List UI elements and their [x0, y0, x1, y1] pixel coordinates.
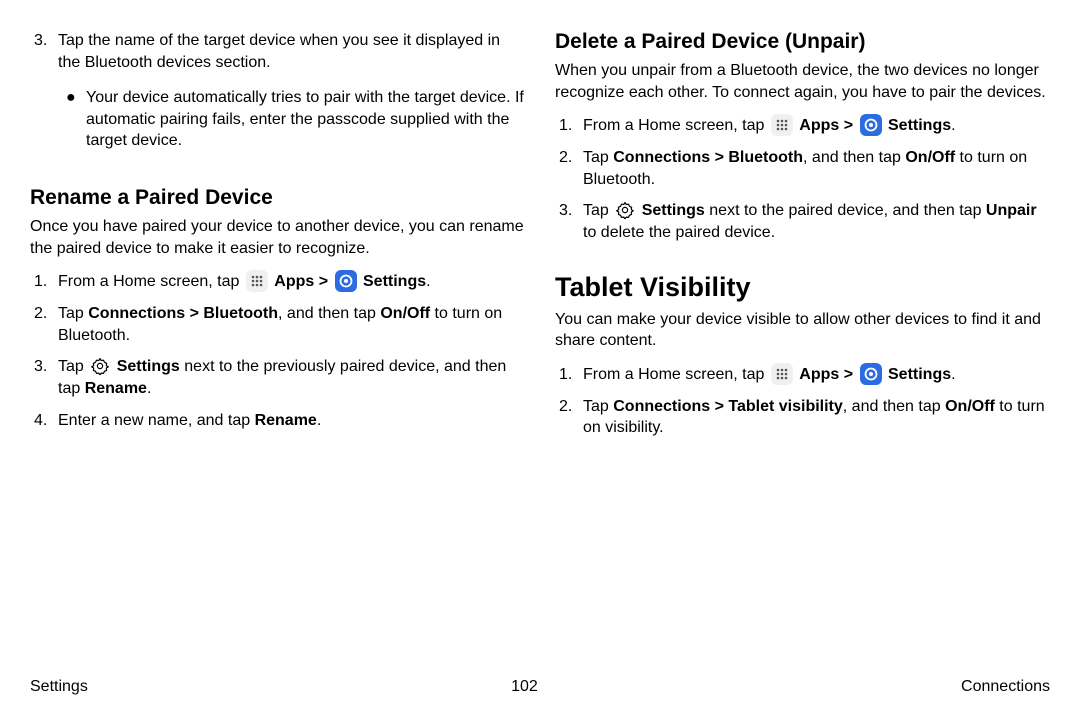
list-number: 1. — [30, 271, 58, 293]
list-body: From a Home screen, tap Apps > Settings. — [583, 364, 1050, 386]
gear-icon — [615, 200, 635, 220]
apps-icon — [771, 114, 793, 136]
list-number: 3. — [555, 200, 583, 243]
rename-intro: Once you have paired your device to anot… — [30, 216, 525, 259]
apps-icon — [246, 270, 268, 292]
delete-step-3: 3. Tap Settings next to the paired devic… — [555, 200, 1050, 243]
bold: Connections > Tablet visibility — [613, 398, 843, 415]
list-body: Enter a new name, and tap Rename. — [58, 410, 525, 432]
visibility-step-2: 2. Tap Connections > Tablet visibility, … — [555, 396, 1050, 439]
text: . — [426, 273, 430, 290]
delete-step-2: 2. Tap Connections > Bluetooth, and then… — [555, 147, 1050, 190]
bold: Connections > Bluetooth — [88, 305, 278, 322]
list-number: 1. — [555, 115, 583, 137]
rename-step-1: 1. From a Home screen, tap Apps > Settin… — [30, 271, 525, 293]
delete-step-1: 1. From a Home screen, tap Apps > Settin… — [555, 115, 1050, 137]
delete-intro: When you unpair from a Bluetooth device,… — [555, 60, 1050, 103]
list-number: 1. — [555, 364, 583, 386]
apps-label: Apps — [274, 273, 314, 290]
settings-label: Settings — [888, 117, 951, 134]
text: From a Home screen, tap — [583, 366, 769, 383]
text: Tap — [583, 149, 613, 166]
list-body: Tap Settings next to the previously pair… — [58, 356, 525, 399]
bold: On/Off — [945, 398, 995, 415]
text: to delete the paired device. — [583, 224, 775, 241]
text: Tap — [58, 305, 88, 322]
bold: On/Off — [380, 305, 430, 322]
bold: Settings — [117, 358, 180, 375]
bold: Rename — [255, 412, 317, 429]
body-text: Tap the name of the target device when y… — [58, 32, 500, 71]
separator: > — [319, 273, 333, 290]
text: From a Home screen, tap — [58, 273, 244, 290]
list-body: Tap Connections > Bluetooth, and then ta… — [58, 303, 525, 346]
left-column: 3. Tap the name of the target device whe… — [30, 30, 525, 449]
footer-left: Settings — [30, 678, 88, 696]
gear-icon — [90, 356, 110, 376]
text: next to the paired device, and then tap — [705, 202, 986, 219]
rename-step-4: 4. Enter a new name, and tap Rename. — [30, 410, 525, 432]
footer-right: Connections — [961, 678, 1050, 696]
right-column: Delete a Paired Device (Unpair) When you… — [555, 30, 1050, 449]
text: Tap — [583, 202, 613, 219]
list-number: 3. — [30, 356, 58, 399]
text: . — [951, 117, 955, 134]
rename-step-3: 3. Tap Settings next to the previously p… — [30, 356, 525, 399]
text: , and then tap — [278, 305, 380, 322]
list-body: From a Home screen, tap Apps > Settings. — [58, 271, 525, 293]
settings-icon — [860, 363, 882, 385]
rename-step-2: 2. Tap Connections > Bluetooth, and then… — [30, 303, 525, 346]
separator: > — [844, 117, 858, 134]
separator: > — [844, 366, 858, 383]
visibility-intro: You can make your device visible to allo… — [555, 309, 1050, 352]
list-number: 3. — [30, 30, 58, 162]
footer-page-number: 102 — [511, 678, 538, 696]
apps-icon — [771, 363, 793, 385]
page-columns: 3. Tap the name of the target device whe… — [30, 30, 1050, 449]
text: Tap — [58, 358, 88, 375]
text: Tap — [583, 398, 613, 415]
settings-icon — [335, 270, 357, 292]
list-body: From a Home screen, tap Apps > Settings. — [583, 115, 1050, 137]
page-footer: Settings 102 Connections — [30, 678, 1050, 696]
bold: Rename — [85, 380, 147, 397]
list-number: 4. — [30, 410, 58, 432]
delete-heading: Delete a Paired Device (Unpair) — [555, 30, 1050, 54]
bold: Settings — [642, 202, 705, 219]
text: . — [951, 366, 955, 383]
list-body: Tap the name of the target device when y… — [58, 30, 525, 162]
list-body: Tap Connections > Tablet visibility, and… — [583, 396, 1050, 439]
list-body: Tap Settings next to the paired device, … — [583, 200, 1050, 243]
bold: Connections > Bluetooth — [613, 149, 803, 166]
settings-label: Settings — [888, 366, 951, 383]
text: , and then tap — [843, 398, 945, 415]
settings-label: Settings — [363, 273, 426, 290]
bullet-text: Your device automatically tries to pair … — [86, 87, 525, 152]
bullet-item: ● Your device automatically tries to pai… — [58, 87, 525, 152]
list-number: 2. — [30, 303, 58, 346]
text: Enter a new name, and tap — [58, 412, 255, 429]
apps-label: Apps — [799, 366, 839, 383]
visibility-heading: Tablet Visibility — [555, 272, 1050, 303]
bullet-mark: ● — [58, 87, 86, 152]
list-body: Tap Connections > Bluetooth, and then ta… — [583, 147, 1050, 190]
pairing-step-3: 3. Tap the name of the target device whe… — [30, 30, 525, 162]
visibility-step-1: 1. From a Home screen, tap Apps > Settin… — [555, 364, 1050, 386]
text: . — [317, 412, 321, 429]
settings-icon — [860, 114, 882, 136]
apps-label: Apps — [799, 117, 839, 134]
bold: On/Off — [905, 149, 955, 166]
list-number: 2. — [555, 147, 583, 190]
list-number: 2. — [555, 396, 583, 439]
text: . — [147, 380, 151, 397]
rename-heading: Rename a Paired Device — [30, 186, 525, 210]
text: From a Home screen, tap — [583, 117, 769, 134]
text: , and then tap — [803, 149, 905, 166]
bold: Unpair — [986, 202, 1037, 219]
